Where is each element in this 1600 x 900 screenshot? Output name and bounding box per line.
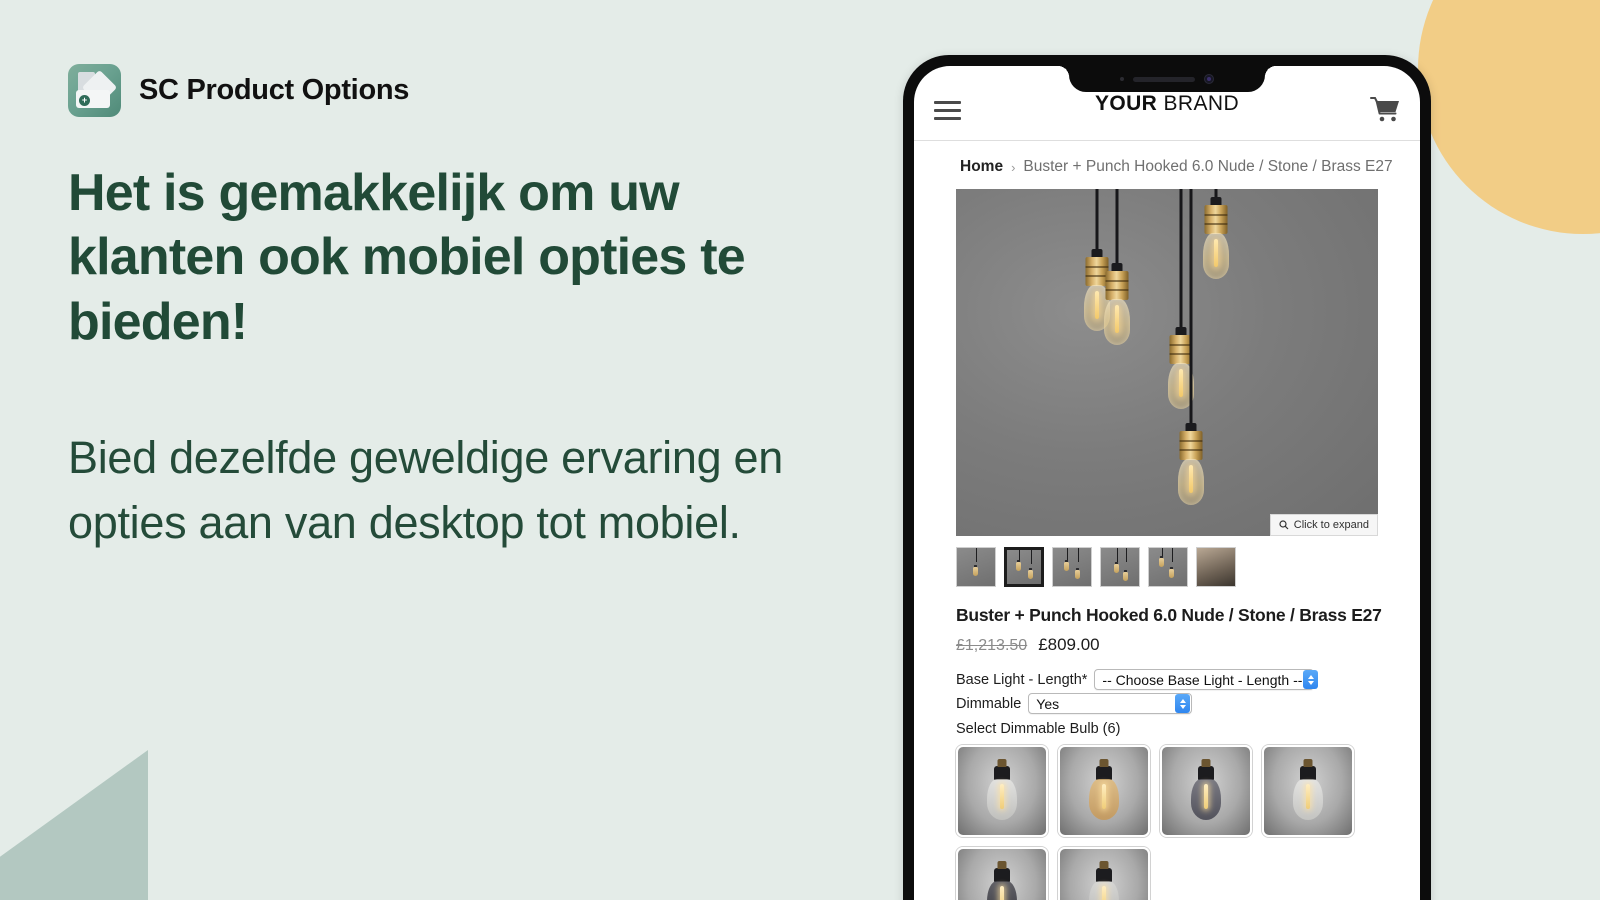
- phone-notch: [1058, 66, 1265, 92]
- breadcrumb: Home › Buster + Punch Hooked 6.0 Nude / …: [914, 141, 1420, 189]
- bulb-swatch-option[interactable]: [1058, 847, 1150, 900]
- thumbnail-item[interactable]: [956, 547, 996, 587]
- thumbnail-item-selected[interactable]: [1004, 547, 1044, 587]
- magnifier-icon: [1279, 520, 1289, 530]
- bulb-swatch-option[interactable]: [1262, 745, 1354, 837]
- store-logo-regular: [1157, 92, 1163, 115]
- left-content-panel: + SC Product Options Het is gemakkelijk …: [0, 0, 880, 900]
- store-logo: YOUR BRAND: [914, 92, 1420, 116]
- shopping-cart-icon[interactable]: [1370, 96, 1400, 124]
- breadcrumb-separator-icon: ›: [1011, 159, 1016, 175]
- thumbnail-strip: [956, 547, 1378, 587]
- store-logo-regular-text: BRAND: [1163, 92, 1240, 115]
- base-light-selected-value: -- Choose Base Light - Length --: [1102, 671, 1303, 688]
- thumbnail-item[interactable]: [1100, 547, 1140, 587]
- dimmable-select[interactable]: Yes: [1028, 693, 1193, 714]
- bulb-swatches-label: Select Dimmable Bulb (6): [956, 721, 1121, 737]
- bulb-swatch-option[interactable]: [956, 847, 1048, 900]
- decorative-yellow-circle: [1418, 0, 1600, 234]
- thumbnail-item[interactable]: [1052, 547, 1092, 587]
- phone-screen: YOUR BRAND Home › Buster + Punch Hooked …: [914, 66, 1420, 900]
- product-info: Buster + Punch Hooked 6.0 Nude / Stone /…: [914, 587, 1420, 900]
- price-original: £1,213.50: [956, 637, 1028, 654]
- price-row: £1,213.50 £809.00: [956, 635, 1378, 655]
- base-light-select[interactable]: -- Choose Base Light - Length --: [1094, 669, 1319, 690]
- click-to-expand-label: Click to expand: [1293, 519, 1369, 531]
- option-row-base-light: Base Light - Length* -- Choose Base Ligh…: [956, 669, 1378, 690]
- thumbnail-item[interactable]: [1148, 547, 1188, 587]
- breadcrumb-home-link[interactable]: Home: [960, 158, 1003, 176]
- hamburger-menu-icon[interactable]: [934, 100, 961, 120]
- product-options: Base Light - Length* -- Choose Base Ligh…: [956, 669, 1378, 900]
- brand-name: SC Product Options: [139, 74, 410, 106]
- thumbnail-item[interactable]: [1196, 547, 1236, 587]
- base-light-label: Base Light - Length*: [956, 671, 1088, 688]
- dimmable-label: Dimmable: [956, 695, 1022, 712]
- front-camera-icon: [1204, 74, 1214, 84]
- select-stepper-icon: [1303, 670, 1319, 689]
- logo-plus-badge-icon: +: [79, 95, 90, 106]
- bulb-swatch-grid: [956, 745, 1378, 900]
- proximity-sensor-icon: [1120, 77, 1124, 81]
- page-subline: Bied dezelfde geweldige ervaring en opti…: [68, 432, 783, 548]
- product-gallery: Click to expand: [914, 189, 1420, 587]
- page-headline: Het is gemakkelijk om uw klanten ook mob…: [68, 164, 746, 351]
- product-title: Buster + Punch Hooked 6.0 Nude / Stone /…: [956, 605, 1382, 625]
- price-current: £809.00: [1038, 635, 1100, 654]
- click-to-expand-badge[interactable]: Click to expand: [1269, 514, 1378, 536]
- store-logo-bold: YOUR: [1094, 92, 1158, 115]
- select-stepper-icon: [1175, 694, 1191, 713]
- breadcrumb-current: Buster + Punch Hooked 6.0 Nude / Stone /…: [1023, 158, 1393, 175]
- earpiece-speaker-icon: [1133, 76, 1195, 82]
- phone-mockup: YOUR BRAND Home › Buster + Punch Hooked …: [903, 55, 1431, 900]
- bulb-swatch-option[interactable]: [956, 745, 1048, 837]
- dimmable-selected-value: Yes: [1036, 695, 1060, 712]
- option-row-dimmable: Dimmable Yes: [956, 693, 1378, 714]
- brand-header: + SC Product Options: [68, 64, 880, 117]
- bulb-swatch-option[interactable]: [1058, 745, 1150, 837]
- product-hero-image[interactable]: Click to expand: [956, 189, 1378, 536]
- sc-product-options-logo-icon: +: [68, 64, 121, 117]
- bulb-swatch-option[interactable]: [1160, 745, 1252, 837]
